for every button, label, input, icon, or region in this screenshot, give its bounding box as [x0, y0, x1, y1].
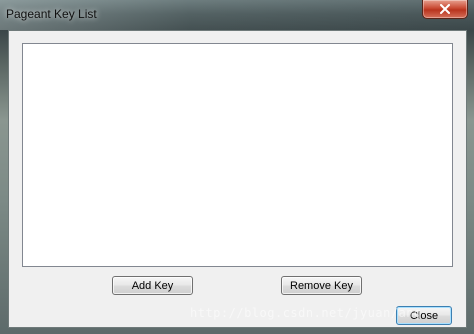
title-bar[interactable]: Pageant Key List	[0, 0, 474, 30]
add-key-button[interactable]: Add Key	[112, 276, 193, 295]
window-close-button[interactable]	[422, 0, 468, 19]
pageant-key-list-window: Pageant Key List Add Key Remove Key Clos…	[0, 0, 474, 334]
dialog-client-area: Add Key Remove Key Close	[8, 30, 467, 328]
window-title: Pageant Key List	[6, 7, 97, 21]
key-listbox[interactable]	[22, 43, 453, 267]
close-icon	[440, 4, 450, 14]
remove-key-button[interactable]: Remove Key	[281, 276, 362, 295]
watermark-url: http://blog.csdn.net/jyuan/ang	[190, 306, 422, 320]
